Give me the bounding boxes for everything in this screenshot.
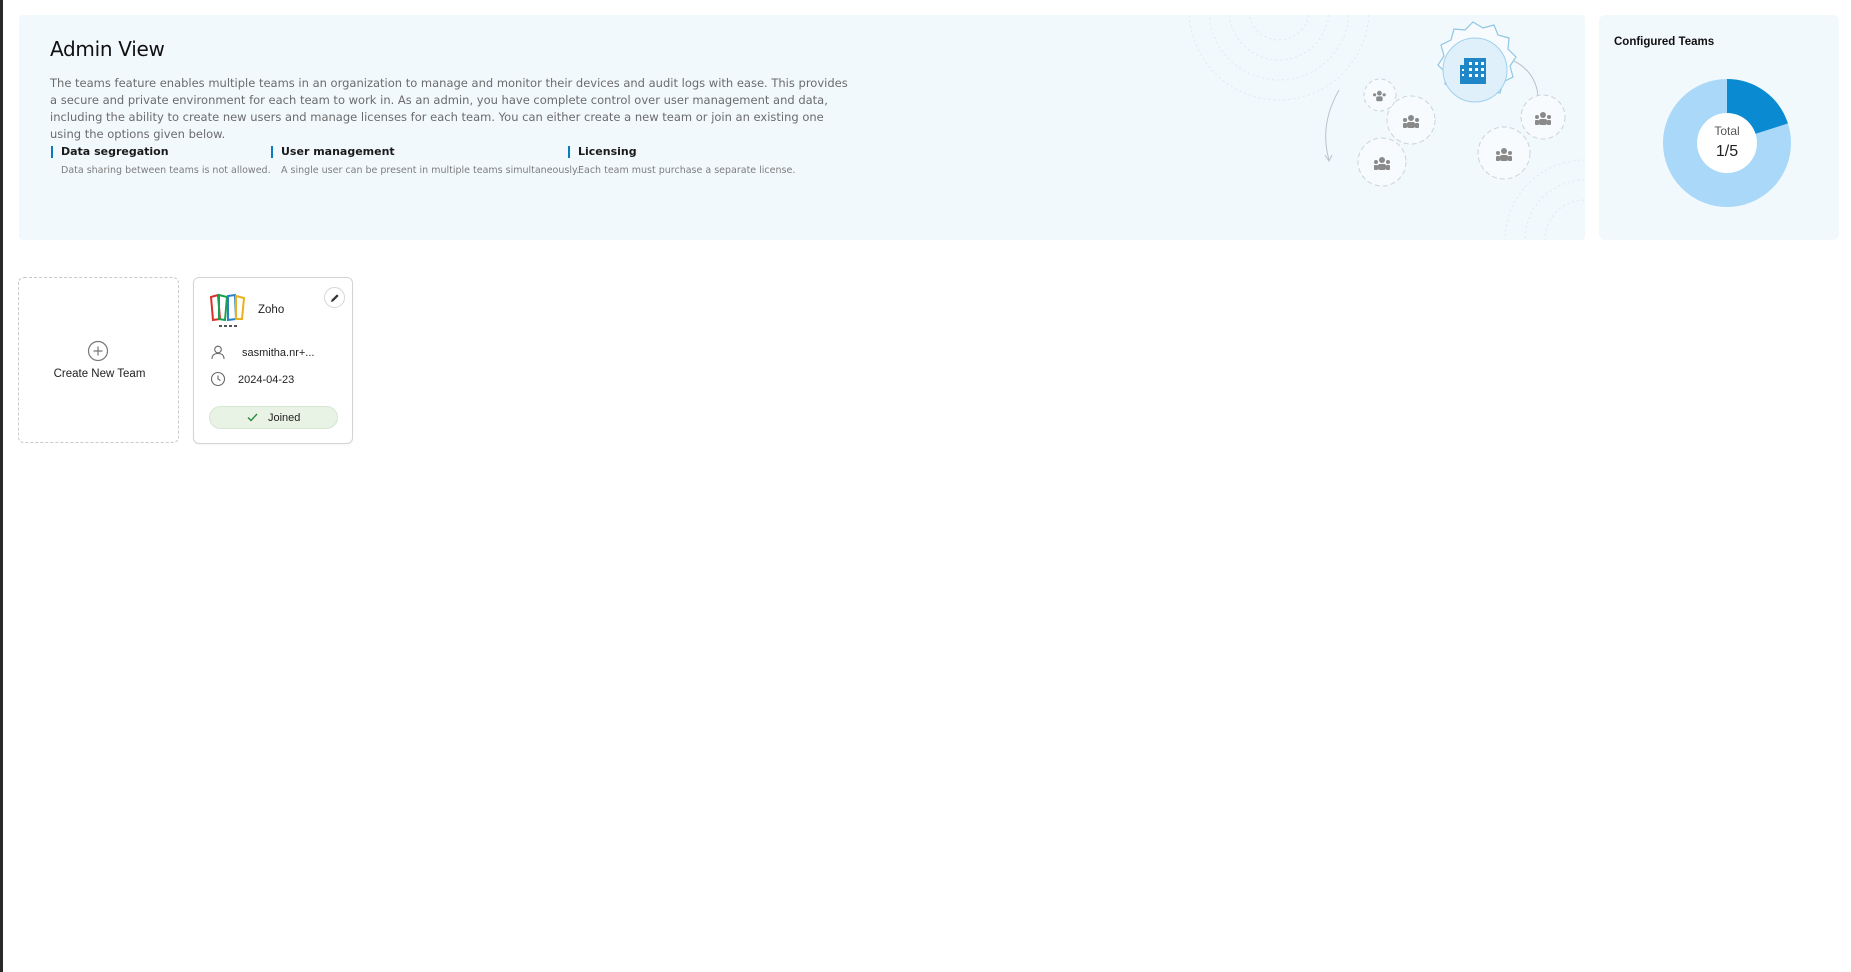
configured-teams-card: Configured Teams Total 1/5 (1599, 15, 1839, 240)
feature-data-segregation: Data segregation Data sharing between te… (51, 146, 271, 176)
joined-label: Joined (268, 412, 301, 424)
check-icon (247, 413, 258, 422)
user-icon (211, 345, 225, 360)
feature-text: A single user can be present in multiple… (281, 165, 580, 176)
banner-description: The teams feature enables multiple teams… (50, 76, 848, 141)
team-owner: sasmitha.nr+... (242, 347, 315, 359)
window-edge (0, 0, 3, 972)
feature-title: Licensing (568, 146, 795, 158)
page-title: Admin View (50, 37, 165, 61)
feature-text: Data sharing between teams is not allowe… (61, 165, 271, 176)
configured-teams-title: Configured Teams (1614, 36, 1715, 48)
create-new-team-label: Create New Team (53, 368, 146, 380)
donut-total-label: Total (1714, 124, 1740, 138)
feature-licensing: Licensing Each team must purchase a sepa… (568, 146, 795, 176)
team-card[interactable]: Zoho sasmitha.nr+... 2024-04-23 Joined (193, 277, 353, 444)
team-name: Zoho (258, 304, 285, 316)
edit-icon (331, 294, 339, 302)
clock-icon (210, 371, 226, 387)
teams-illustration (1188, 15, 1585, 240)
admin-banner: Admin View The teams feature enables mul… (19, 15, 1585, 240)
feature-text: Each team must purchase a separate licen… (578, 165, 796, 176)
joined-status-button[interactable]: Joined (209, 406, 338, 429)
plus-circle-icon (87, 340, 109, 362)
zoho-logo (209, 293, 246, 327)
donut-total-value: 1/5 (1715, 143, 1739, 160)
edit-team-button[interactable] (324, 287, 345, 308)
team-created-date: 2024-04-23 (238, 374, 295, 386)
feature-title: Data segregation (51, 146, 271, 158)
create-new-team-button[interactable]: Create New Team (18, 277, 179, 443)
feature-title: User management (271, 146, 579, 158)
feature-user-management: User management A single user can be pre… (271, 146, 579, 176)
